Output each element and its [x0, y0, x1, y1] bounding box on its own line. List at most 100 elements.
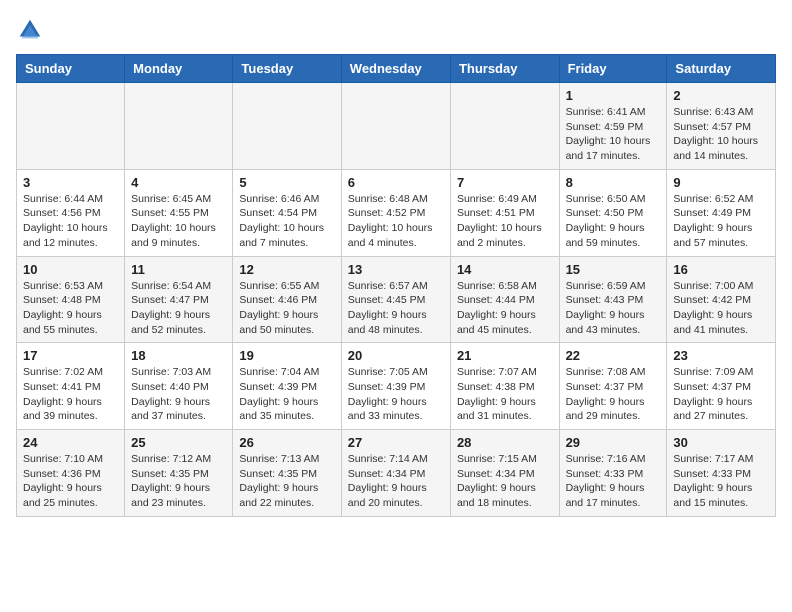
day-number: 22 [566, 348, 661, 363]
day-number: 29 [566, 435, 661, 450]
day-info: Sunrise: 6:53 AM Sunset: 4:48 PM Dayligh… [23, 279, 118, 338]
day-info: Sunrise: 6:45 AM Sunset: 4:55 PM Dayligh… [131, 192, 226, 251]
day-number: 28 [457, 435, 553, 450]
calendar-cell: 16Sunrise: 7:00 AM Sunset: 4:42 PM Dayli… [667, 256, 776, 343]
day-info: Sunrise: 7:16 AM Sunset: 4:33 PM Dayligh… [566, 452, 661, 511]
weekday-header-monday: Monday [125, 55, 233, 83]
day-number: 26 [239, 435, 334, 450]
day-info: Sunrise: 6:49 AM Sunset: 4:51 PM Dayligh… [457, 192, 553, 251]
day-info: Sunrise: 7:03 AM Sunset: 4:40 PM Dayligh… [131, 365, 226, 424]
calendar-cell: 21 Sunrise: 7:07 AM Sunset: 4:38 PM Dayli… [450, 343, 559, 430]
day-number: 2 [673, 88, 769, 103]
day-info: Sunrise: 7:02 AM Sunset: 4:41 PM Dayligh… [23, 365, 118, 424]
day-info: Sunrise: 6:44 AM Sunset: 4:56 PM Dayligh… [23, 192, 118, 251]
weekday-header-thursday: Thursday [450, 55, 559, 83]
day-number: 7 [457, 175, 553, 190]
calendar-cell: 13 Sunrise: 6:57 AM Sunset: 4:45 PM Dayli… [341, 256, 450, 343]
calendar-cell: 7 Sunrise: 6:49 AM Sunset: 4:51 PM Daylig… [450, 169, 559, 256]
day-number: 9 [673, 175, 769, 190]
day-info: Sunrise: 7:17 AM Sunset: 4:33 PM Dayligh… [673, 452, 769, 511]
calendar-cell: 5 Sunrise: 6:46 AM Sunset: 4:54 PM Daylig… [233, 169, 341, 256]
day-number: 10 [23, 262, 118, 277]
day-info: Sunrise: 7:05 AM Sunset: 4:39 PM Dayligh… [348, 365, 444, 424]
weekday-header-sunday: Sunday [17, 55, 125, 83]
calendar-cell: 18 Sunrise: 7:03 AM Sunset: 4:40 PM Dayli… [125, 343, 233, 430]
logo [16, 16, 48, 44]
day-number: 8 [566, 175, 661, 190]
calendar-cell: 19 Sunrise: 7:04 AM Sunset: 4:39 PM Dayli… [233, 343, 341, 430]
calendar-cell: 26 Sunrise: 7:13 AM Sunset: 4:35 PM Dayli… [233, 430, 341, 517]
day-number: 6 [348, 175, 444, 190]
week-row-1: 1 Sunrise: 6:41 AM Sunset: 4:59 PM Daylig… [17, 83, 776, 170]
calendar-cell: 24 Sunrise: 7:10 AM Sunset: 4:36 PM Dayli… [17, 430, 125, 517]
calendar-cell: 27Sunrise: 7:14 AM Sunset: 4:34 PM Dayli… [341, 430, 450, 517]
calendar-cell: 14 Sunrise: 6:58 AM Sunset: 4:44 PM Dayli… [450, 256, 559, 343]
logo-icon [16, 16, 44, 44]
weekday-header-wednesday: Wednesday [341, 55, 450, 83]
calendar-cell [450, 83, 559, 170]
calendar-cell: 6 Sunrise: 6:48 AM Sunset: 4:52 PM Daylig… [341, 169, 450, 256]
day-info: Sunrise: 7:14 AM Sunset: 4:34 PM Dayligh… [348, 452, 444, 511]
calendar-cell: 3 Sunrise: 6:44 AM Sunset: 4:56 PM Daylig… [17, 169, 125, 256]
day-number: 20 [348, 348, 444, 363]
calendar-cell: 20 Sunrise: 7:05 AM Sunset: 4:39 PM Dayli… [341, 343, 450, 430]
day-info: Sunrise: 6:46 AM Sunset: 4:54 PM Dayligh… [239, 192, 334, 251]
day-info: Sunrise: 6:48 AM Sunset: 4:52 PM Dayligh… [348, 192, 444, 251]
day-info: Sunrise: 6:50 AM Sunset: 4:50 PM Dayligh… [566, 192, 661, 251]
day-number: 24 [23, 435, 118, 450]
calendar-table: SundayMondayTuesdayWednesdayThursdayFrid… [16, 54, 776, 517]
day-info: Sunrise: 6:41 AM Sunset: 4:59 PM Dayligh… [566, 105, 661, 164]
week-row-3: 10 Sunrise: 6:53 AM Sunset: 4:48 PM Dayli… [17, 256, 776, 343]
day-number: 23 [673, 348, 769, 363]
calendar-cell: 8 Sunrise: 6:50 AM Sunset: 4:50 PM Daylig… [559, 169, 667, 256]
calendar-cell: 11Sunrise: 6:54 AM Sunset: 4:47 PM Dayli… [125, 256, 233, 343]
day-number: 3 [23, 175, 118, 190]
calendar-cell: 9 Sunrise: 6:52 AM Sunset: 4:49 PM Daylig… [667, 169, 776, 256]
day-number: 5 [239, 175, 334, 190]
week-row-5: 24 Sunrise: 7:10 AM Sunset: 4:36 PM Dayli… [17, 430, 776, 517]
calendar-cell: 15 Sunrise: 6:59 AM Sunset: 4:43 PM Dayli… [559, 256, 667, 343]
day-number: 18 [131, 348, 226, 363]
day-info: Sunrise: 7:13 AM Sunset: 4:35 PM Dayligh… [239, 452, 334, 511]
weekday-header-tuesday: Tuesday [233, 55, 341, 83]
day-number: 11 [131, 262, 226, 277]
day-info: Sunrise: 6:59 AM Sunset: 4:43 PM Dayligh… [566, 279, 661, 338]
day-number: 4 [131, 175, 226, 190]
calendar-cell: 12 Sunrise: 6:55 AM Sunset: 4:46 PM Dayli… [233, 256, 341, 343]
weekday-header-saturday: Saturday [667, 55, 776, 83]
day-info: Sunrise: 7:00 AM Sunset: 4:42 PM Dayligh… [673, 279, 769, 338]
day-info: Sunrise: 7:04 AM Sunset: 4:39 PM Dayligh… [239, 365, 334, 424]
day-number: 14 [457, 262, 553, 277]
calendar-cell: 10 Sunrise: 6:53 AM Sunset: 4:48 PM Dayli… [17, 256, 125, 343]
weekday-header-friday: Friday [559, 55, 667, 83]
calendar-cell: 1 Sunrise: 6:41 AM Sunset: 4:59 PM Daylig… [559, 83, 667, 170]
calendar-cell: 23 Sunrise: 7:09 AM Sunset: 4:37 PM Dayli… [667, 343, 776, 430]
day-number: 13 [348, 262, 444, 277]
day-number: 1 [566, 88, 661, 103]
calendar-cell: 28Sunrise: 7:15 AM Sunset: 4:34 PM Dayli… [450, 430, 559, 517]
weekday-header-row: SundayMondayTuesdayWednesdayThursdayFrid… [17, 55, 776, 83]
day-number: 19 [239, 348, 334, 363]
calendar-cell [125, 83, 233, 170]
week-row-2: 3 Sunrise: 6:44 AM Sunset: 4:56 PM Daylig… [17, 169, 776, 256]
day-number: 15 [566, 262, 661, 277]
day-info: Sunrise: 6:52 AM Sunset: 4:49 PM Dayligh… [673, 192, 769, 251]
calendar-cell: 29 Sunrise: 7:16 AM Sunset: 4:33 PM Dayli… [559, 430, 667, 517]
day-number: 12 [239, 262, 334, 277]
day-info: Sunrise: 7:07 AM Sunset: 4:38 PM Dayligh… [457, 365, 553, 424]
day-number: 21 [457, 348, 553, 363]
day-info: Sunrise: 6:58 AM Sunset: 4:44 PM Dayligh… [457, 279, 553, 338]
week-row-4: 17 Sunrise: 7:02 AM Sunset: 4:41 PM Dayli… [17, 343, 776, 430]
day-info: Sunrise: 6:55 AM Sunset: 4:46 PM Dayligh… [239, 279, 334, 338]
day-number: 25 [131, 435, 226, 450]
calendar-cell: 25Sunrise: 7:12 AM Sunset: 4:35 PM Dayli… [125, 430, 233, 517]
calendar-cell: 4 Sunrise: 6:45 AM Sunset: 4:55 PM Daylig… [125, 169, 233, 256]
calendar-cell: 22Sunrise: 7:08 AM Sunset: 4:37 PM Dayli… [559, 343, 667, 430]
day-info: Sunrise: 6:43 AM Sunset: 4:57 PM Dayligh… [673, 105, 769, 164]
calendar-cell: 2 Sunrise: 6:43 AM Sunset: 4:57 PM Daylig… [667, 83, 776, 170]
day-number: 17 [23, 348, 118, 363]
day-info: Sunrise: 7:10 AM Sunset: 4:36 PM Dayligh… [23, 452, 118, 511]
day-info: Sunrise: 6:57 AM Sunset: 4:45 PM Dayligh… [348, 279, 444, 338]
calendar-cell [341, 83, 450, 170]
day-info: Sunrise: 7:09 AM Sunset: 4:37 PM Dayligh… [673, 365, 769, 424]
